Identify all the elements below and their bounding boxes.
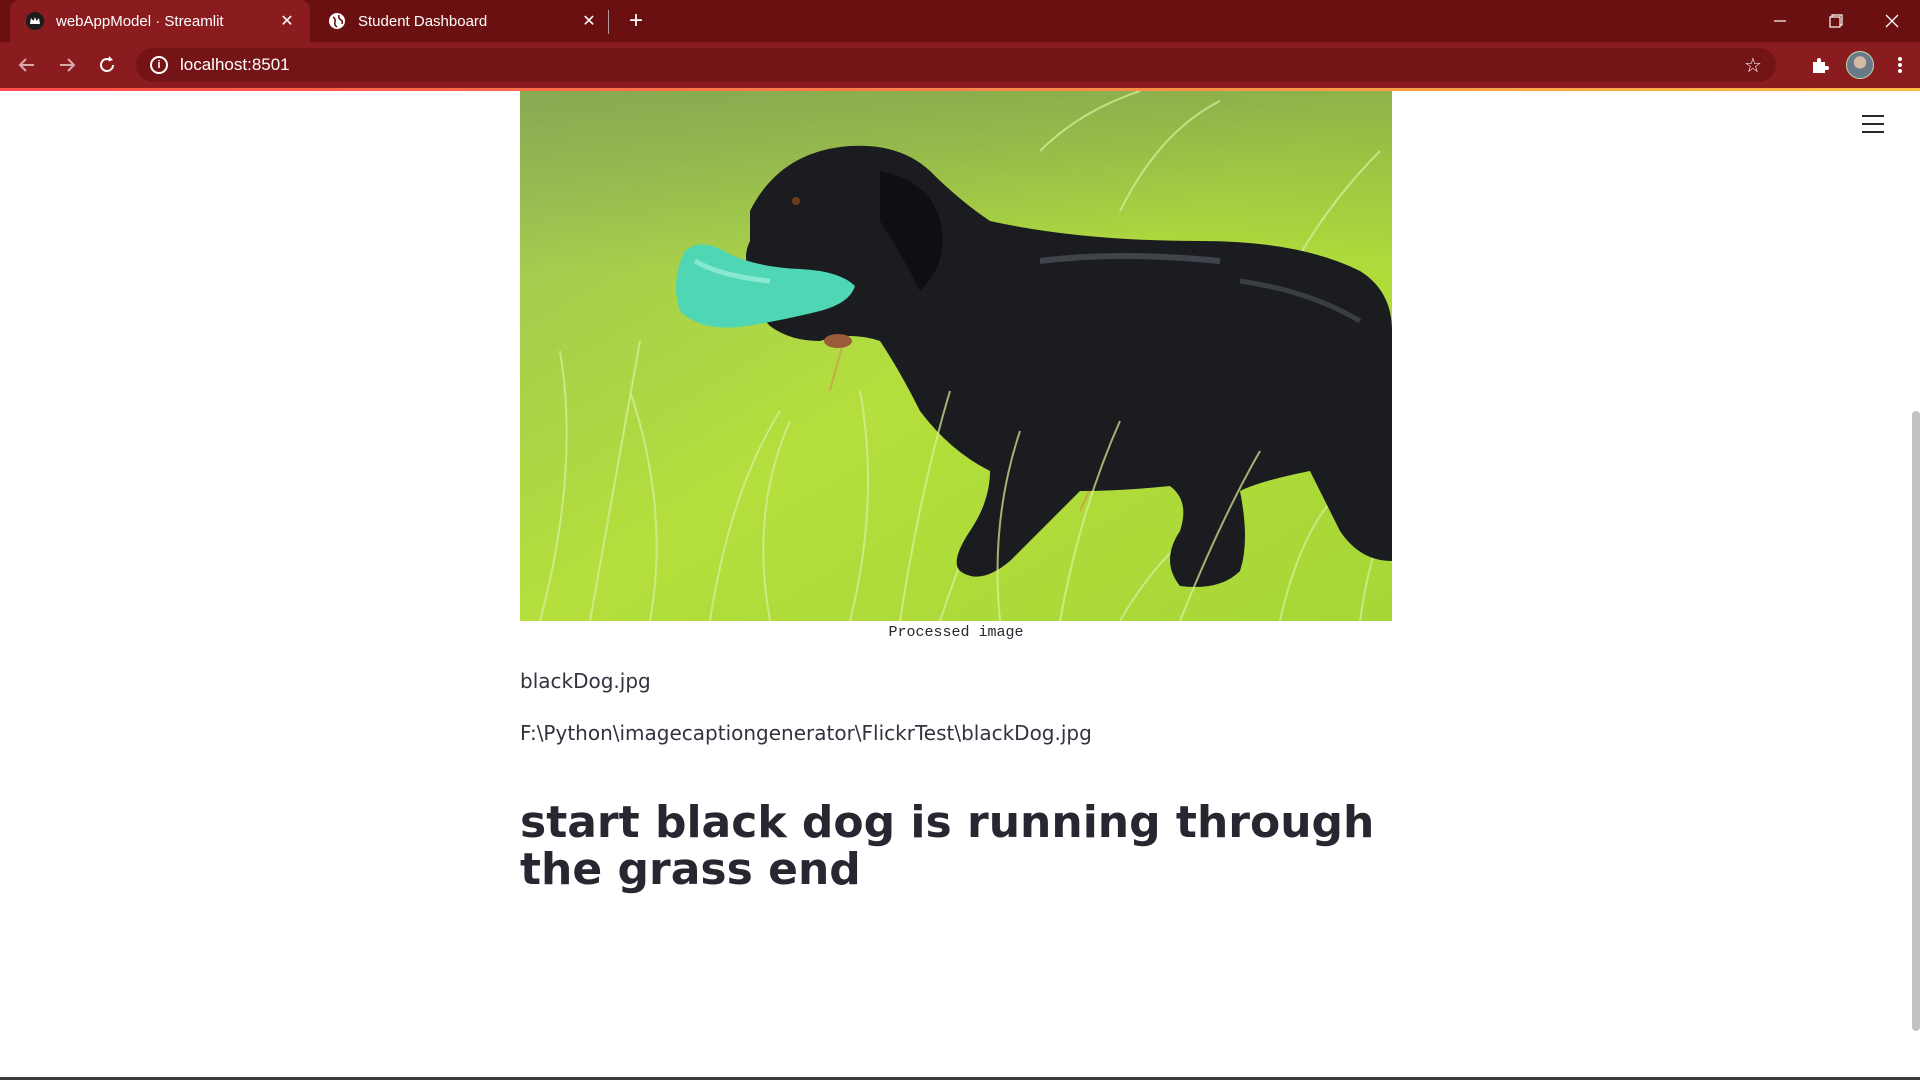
image-caption-label: Processed image [888,624,1024,641]
bookmark-star-icon[interactable]: ☆ [1742,54,1764,77]
forward-arrow-icon [60,58,76,72]
info-icon[interactable]: i [150,56,168,74]
toolbar-actions [1800,48,1920,82]
tab-student-dashboard[interactable]: Student Dashboard ✕ [312,0,612,42]
generated-caption-heading: start black dog is running through the g… [520,797,1375,895]
reload-icon [100,56,114,72]
tab-strip: webAppModel · Streamlit ✕ Student Dashbo… [0,0,1920,42]
window-controls [1752,0,1920,42]
profile-avatar[interactable] [1840,48,1880,82]
forward-button[interactable] [52,50,82,80]
processed-image [520,91,1392,621]
filepath-text: F:\Python\imagecaptiongenerator\FlickrTe… [520,721,1092,745]
close-icon[interactable]: ✕ [276,10,298,32]
avatar [1846,51,1874,79]
scrollbar-thumb[interactable] [1912,411,1920,1031]
filename-text: blackDog.jpg [520,669,651,693]
restore-button[interactable] [1808,0,1864,42]
close-icon[interactable]: ✕ [578,10,600,32]
tab-webappmodel[interactable]: webAppModel · Streamlit ✕ [10,0,310,42]
browser-toolbar: i localhost:8501 ☆ [0,42,1920,88]
url-text: localhost:8501 [180,55,290,74]
app-page: Processed image blackDog.jpg F:\Python\i… [0,91,1920,1080]
streamlit-crown-icon [26,12,44,30]
extensions-puzzle-icon[interactable] [1800,48,1840,82]
back-arrow-icon [18,58,34,72]
globe-icon [328,12,346,30]
minimize-button[interactable] [1752,0,1808,42]
reload-button[interactable] [92,50,122,80]
tab-label: Student Dashboard [358,12,488,30]
address-bar[interactable]: i localhost:8501 ☆ [136,48,1776,82]
tab-divider [608,10,609,34]
tab-label: webAppModel · Streamlit [56,12,224,30]
back-button[interactable] [12,50,42,80]
scrollbar[interactable] [1912,91,1920,1080]
new-tab-button[interactable]: + [622,7,650,34]
close-window-button[interactable] [1864,0,1920,42]
hamburger-menu-icon[interactable] [1862,115,1884,133]
more-menu-icon[interactable] [1880,48,1920,82]
